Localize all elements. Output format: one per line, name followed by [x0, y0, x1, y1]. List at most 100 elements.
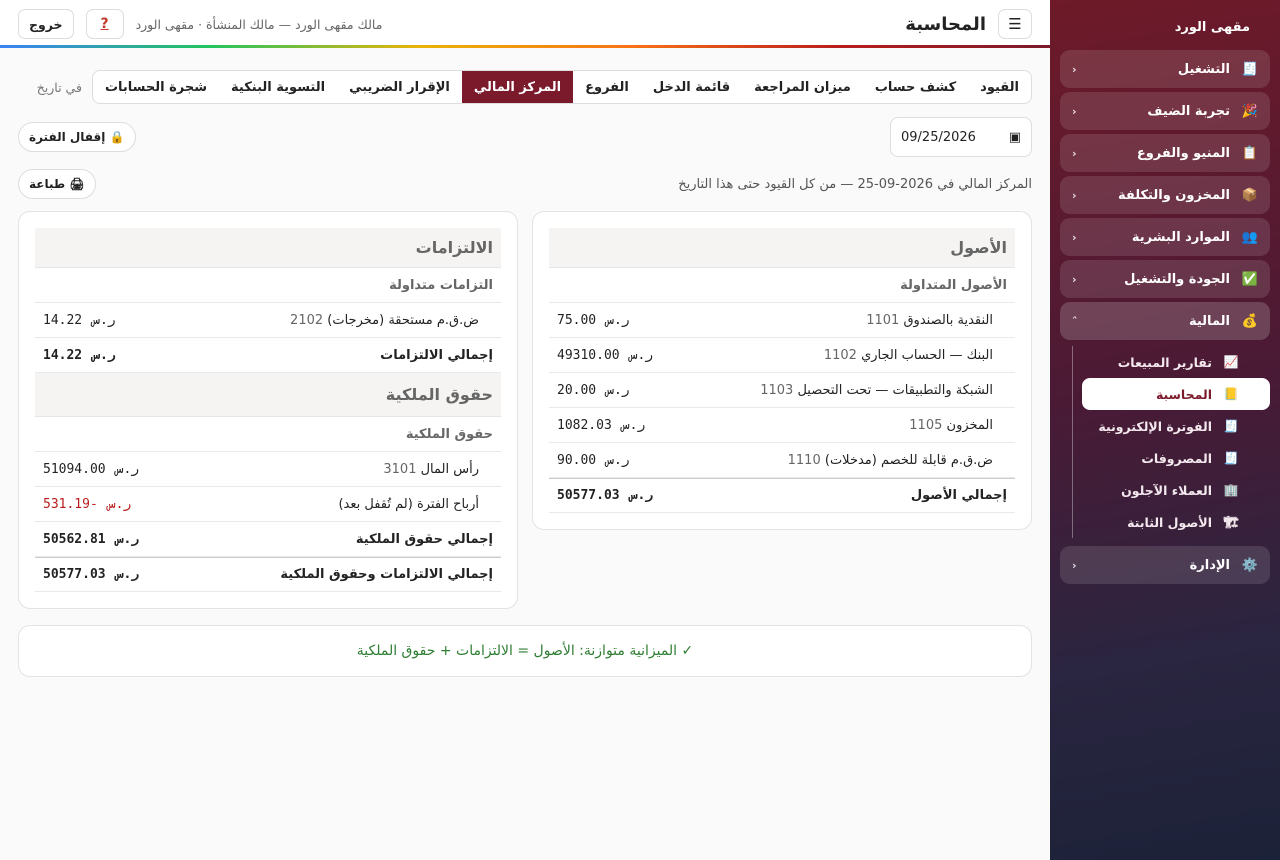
assets-subheading: الأصول المتداولة [549, 268, 1015, 303]
tab-trial-balance[interactable]: ميزان المراجعة [742, 71, 863, 103]
topbar: ☰ المحاسبة مالك مقهى الورد — مالك المنشأ… [0, 0, 1050, 48]
chevron-left-icon: ‹ [1072, 558, 1077, 572]
table-row: الشبكة والتطبيقات — تحت التحصيل 1103 ر.س… [549, 373, 1015, 408]
hamburger-icon: ☰ [1008, 15, 1022, 33]
print-button[interactable]: 🖨 طباعة [18, 169, 96, 199]
nav-quality[interactable]: ✅ الجودة والتشغيل ‹ [1060, 260, 1270, 298]
chevron-left-icon: ‹ [1072, 272, 1077, 286]
menu-toggle-button[interactable]: ☰ [998, 9, 1032, 39]
sub-label: الفوترة الإلكترونية [1098, 418, 1212, 434]
tab-balance-sheet[interactable]: المركز المالي [461, 71, 574, 103]
liabilities-total-row: إجمالي الالتزامات ر.س14.22 [35, 338, 501, 373]
nav-inventory[interactable]: 📦 المخزون والتكلفة ‹ [1060, 176, 1270, 214]
report-description: المركز المالي في 2026-09-25 — من كل القي… [678, 176, 1032, 192]
nav-finance[interactable]: 💰 المالية ˆ [1060, 302, 1270, 340]
calendar-icon: ▣ [1008, 129, 1021, 145]
chevron-left-icon: ‹ [1072, 104, 1077, 118]
date-input[interactable]: 09/25/2026 ▣ [890, 117, 1032, 157]
nav-label: المخزون والتكلفة [1117, 187, 1230, 203]
logout-button[interactable]: خروج [18, 9, 74, 39]
receipt-icon: 🧾 [1223, 451, 1239, 465]
assets-total-row: إجمالي الأصول ر.س50577.03 [549, 478, 1015, 513]
liabilities-equity-panel: الالتزامات التزامات متداولة ض.ق.م مستحقة… [18, 211, 518, 609]
nav-label: المالية [1188, 313, 1230, 329]
page-title: المحاسبة [905, 13, 986, 35]
nav-label: الموارد البشرية [1131, 229, 1230, 245]
nav-hr[interactable]: 👥 الموارد البشرية ‹ [1060, 218, 1270, 256]
sub-label: المحاسبة [1155, 386, 1212, 402]
gear-icon: ⚙️ [1241, 557, 1259, 573]
tab-bank-reconciliation[interactable]: التسوية البنكية [219, 71, 337, 103]
chart-icon: 📈 [1223, 355, 1239, 369]
owner-info: مالك مقهى الورد — مالك المنشأة · مقهى ال… [135, 16, 383, 32]
finance-submenu: 📈 تقارير المبيعات 📒 المحاسبة 🧾 الفوترة ا… [1060, 346, 1270, 538]
table-row: ض.ق.م قابلة للخصم (مدخلات) 1110 ر.س90.00 [549, 443, 1015, 478]
content: القيود كشف حساب ميزان المراجعة قائمة الد… [0, 48, 1050, 677]
equity-title: حقوق الملكية [35, 373, 501, 417]
ledger-icon: 📒 [1223, 387, 1239, 401]
sub-fixed-assets[interactable]: 🏗 الأصول الثابتة [1082, 506, 1270, 538]
question-icon: ? [100, 16, 109, 32]
sub-label: العملاء الآجلون [1121, 482, 1212, 498]
help-button[interactable]: ? [85, 9, 124, 39]
description-row: المركز المالي في 2026-09-25 — من كل القي… [18, 169, 1032, 199]
main-area: ☰ المحاسبة مالك مقهى الورد — مالك المنشأ… [0, 0, 1050, 860]
tab-tax-return[interactable]: الإقرار الضريبي [337, 71, 462, 103]
receipt-icon: 🧾 [1223, 419, 1239, 433]
table-row: البنك — الحساب الجاري 1102 ر.س49310.00 [549, 338, 1015, 373]
nav-guest-experience[interactable]: 🎉 تجربة الضيف ‹ [1060, 92, 1270, 130]
equity-total-row: إجمالي حقوق الملكية ر.س50562.81 [35, 522, 501, 557]
sub-label: الأصول الثابتة [1127, 514, 1212, 530]
balance-status: ✓ الميزانية متوازنة: الأصول = الالتزامات… [18, 625, 1032, 677]
tab-branches[interactable]: الفروع [573, 71, 641, 103]
nav-menu-branches[interactable]: 📋 المنيو والفروع ‹ [1060, 134, 1270, 172]
assets-panel: الأصول الأصول المتداولة النقدية بالصندوق… [532, 211, 1032, 530]
party-icon: 🎉 [1241, 103, 1259, 119]
nav-label: الجودة والتشغيل [1124, 271, 1230, 287]
grand-total-row: إجمالي الالتزامات وحقوق الملكية ر.س50577… [35, 557, 501, 592]
nav-operations[interactable]: 🧾 التشغيل ‹ [1060, 50, 1270, 88]
sub-expenses[interactable]: 🧾 المصروفات [1082, 442, 1270, 474]
date-value: 09/25/2026 [901, 129, 976, 145]
table-row: ض.ق.م مستحقة (مخرجات) 2102 ر.س14.22 [35, 303, 501, 338]
equity-subheading: حقوق الملكية [35, 417, 501, 452]
assets-title: الأصول [549, 228, 1015, 268]
sub-credit-customers[interactable]: 🏢 العملاء الآجلون [1082, 474, 1270, 506]
liabilities-title: الالتزامات [35, 228, 501, 268]
sub-label: المصروفات [1141, 450, 1212, 466]
sub-e-invoicing[interactable]: 🧾 الفوترة الإلكترونية [1082, 410, 1270, 442]
receipt-icon: 🧾 [1241, 61, 1259, 77]
nav-label: التشغيل [1177, 61, 1230, 77]
chevron-left-icon: ‹ [1072, 188, 1077, 202]
close-period-button[interactable]: 🔒 إقفال الفترة [18, 122, 136, 152]
as-of-label: في تاريخ [36, 79, 82, 95]
nav-admin[interactable]: ⚙️ الإدارة ‹ [1060, 546, 1270, 584]
sub-accounting[interactable]: 📒 المحاسبة [1082, 378, 1270, 410]
table-row: رأس المال 3101 ر.س51094.00 [35, 452, 501, 487]
package-icon: 📦 [1241, 187, 1259, 203]
check-icon: ✅ [1241, 271, 1259, 287]
nav-label: تجربة الضيف [1147, 103, 1230, 119]
construction-icon: 🏗 [1223, 515, 1239, 529]
date-row: 09/25/2026 ▣ 🔒 إقفال الفترة [18, 117, 1032, 157]
table-row: أرباح الفترة (لم تُقفل بعد) ر.س-531.19 [35, 487, 501, 522]
people-icon: 👥 [1241, 229, 1259, 245]
nav-label: المنيو والفروع [1136, 145, 1230, 161]
tab-chart-of-accounts[interactable]: شجرة الحسابات [93, 71, 219, 103]
report-tabs: القيود كشف حساب ميزان المراجعة قائمة الد… [91, 70, 1032, 104]
chevron-left-icon: ‹ [1072, 230, 1077, 244]
liabilities-subheading: التزامات متداولة [35, 268, 501, 303]
tab-journal[interactable]: القيود [968, 71, 1031, 103]
nav-label: الإدارة [1189, 557, 1230, 573]
sub-label: تقارير المبيعات [1117, 354, 1212, 370]
table-row: المخزون 1105 ر.س1082.03 [549, 408, 1015, 443]
sub-sales-reports[interactable]: 📈 تقارير المبيعات [1082, 346, 1270, 378]
tab-income-statement[interactable]: قائمة الدخل [641, 71, 742, 103]
sidebar: مقهى الورد 🧾 التشغيل ‹ 🎉 تجربة الضيف ‹ 📋… [1050, 0, 1280, 860]
chevron-left-icon: ‹ [1072, 62, 1077, 76]
building-icon: 🏢 [1223, 483, 1239, 497]
clipboard-icon: 📋 [1241, 145, 1259, 161]
panels: الأصول الأصول المتداولة النقدية بالصندوق… [18, 211, 1032, 609]
tab-account-statement[interactable]: كشف حساب [863, 71, 968, 103]
table-row: النقدية بالصندوق 1101 ر.س75.00 [549, 303, 1015, 338]
